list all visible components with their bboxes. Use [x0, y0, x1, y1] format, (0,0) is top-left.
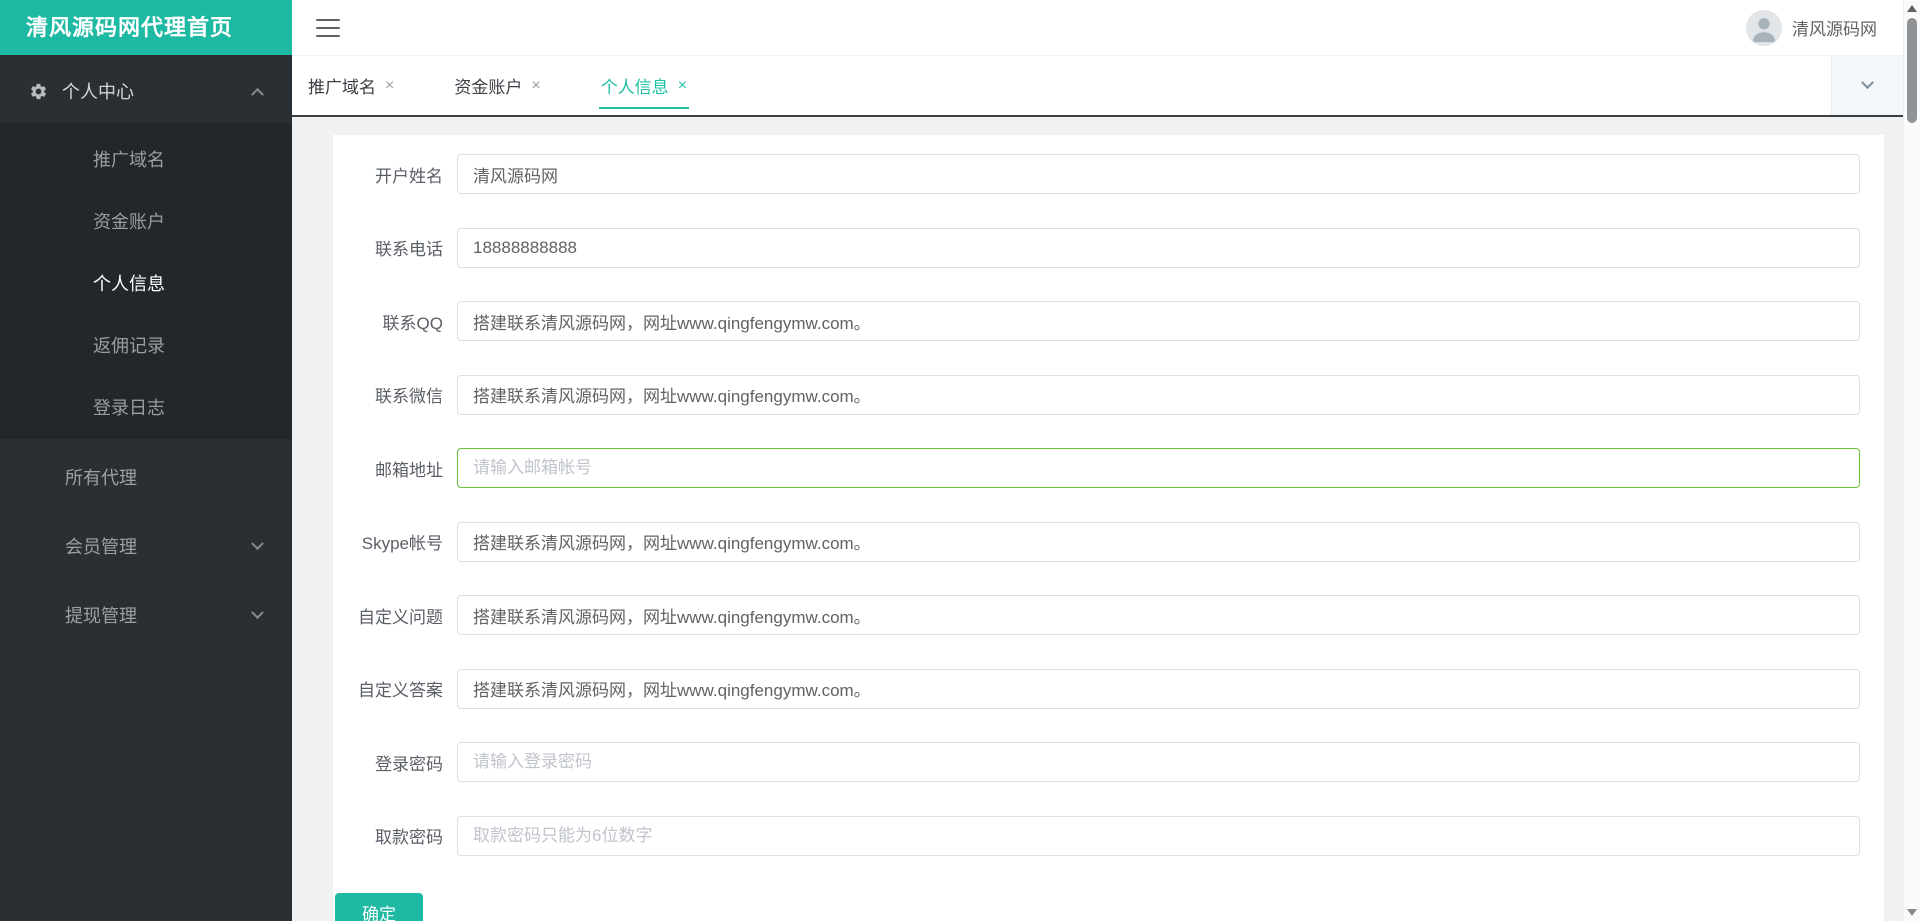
field-label: Skype帐号 [333, 529, 457, 554]
sidebar-item-promo-domain[interactable]: 推广域名 [0, 129, 292, 191]
sidebar-item-label: 所有代理 [65, 464, 262, 490]
gear-icon [29, 82, 48, 101]
tab-promo-domain[interactable]: 推广域名 × [306, 56, 396, 115]
skype-input[interactable] [457, 522, 1860, 562]
phone-input[interactable] [457, 228, 1860, 268]
tab-bar: 推广域名 × 资金账户 × 个人信息 × [292, 55, 1903, 115]
form-row: 联系电话 [333, 228, 1884, 268]
sidebar-item-all-agents[interactable]: 所有代理 [0, 446, 292, 508]
sidebar-item-label: 会员管理 [65, 533, 253, 559]
field-label: 自定义问题 [333, 603, 457, 628]
confirm-button[interactable]: 确定 [335, 893, 423, 921]
field-label: 开户姓名 [333, 162, 457, 187]
field-label: 联系电话 [333, 235, 457, 260]
app-logo-title: 清风源码网代理首页 [0, 0, 292, 55]
sidebar-item-rebate-record[interactable]: 返佣记录 [0, 315, 292, 377]
field-label: 联系微信 [333, 382, 457, 407]
field-label: 自定义答案 [333, 676, 457, 701]
account-name-input[interactable] [457, 154, 1860, 194]
sidebar-group-member-management[interactable]: 会员管理 [0, 515, 292, 577]
sidebar-group-personal-center[interactable]: 个人中心 [0, 59, 292, 123]
tab-list-dropdown-button[interactable] [1831, 56, 1903, 115]
custom-answer-input[interactable] [457, 669, 1860, 709]
sidebar-group-withdraw-management[interactable]: 提现管理 [0, 584, 292, 646]
form-row: 联系QQ [333, 301, 1884, 341]
chevron-down-icon [251, 606, 264, 619]
main-content: 开户姓名 联系电话 联系QQ 联系微信 邮箱地址 Skype帐号 自定义问题 [292, 117, 1903, 921]
close-icon[interactable]: × [531, 77, 540, 95]
sidebar-item-fund-account[interactable]: 资金账户 [0, 191, 292, 253]
sidebar-item-personal-info[interactable]: 个人信息 [0, 253, 292, 315]
form-row: Skype帐号 [333, 522, 1884, 562]
chevron-down-icon [251, 537, 264, 550]
sidebar-item-label: 提现管理 [65, 602, 253, 628]
withdraw-password-input[interactable] [457, 816, 1860, 856]
wechat-input[interactable] [457, 375, 1860, 415]
sidebar-item-login-log[interactable]: 登录日志 [0, 377, 292, 439]
personal-info-form-card: 开户姓名 联系电话 联系QQ 联系微信 邮箱地址 Skype帐号 自定义问题 [333, 135, 1884, 921]
chevron-up-icon [251, 87, 264, 100]
form-row: 联系微信 [333, 375, 1884, 415]
field-label: 联系QQ [333, 309, 457, 334]
header-user-name: 清风源码网 [1792, 15, 1877, 40]
scrollbar-thumb[interactable] [1907, 18, 1917, 123]
form-row: 自定义答案 [333, 669, 1884, 709]
hamburger-menu-icon[interactable] [316, 19, 340, 37]
custom-question-input[interactable] [457, 595, 1860, 635]
form-row: 取款密码 [333, 816, 1884, 856]
form-row: 自定义问题 [333, 595, 1884, 635]
field-label: 取款密码 [333, 823, 457, 848]
tab-fund-account[interactable]: 资金账户 × [452, 56, 542, 115]
tab-label: 个人信息 [601, 73, 669, 98]
close-icon[interactable]: × [678, 77, 687, 95]
user-menu[interactable]: 清风源码网 [1746, 10, 1877, 46]
chevron-down-icon [1861, 76, 1874, 89]
top-header: 清风源码网 [292, 0, 1903, 55]
login-password-input[interactable] [457, 742, 1860, 782]
scrollbar-up-arrow-icon[interactable] [1907, 5, 1917, 12]
tab-personal-info[interactable]: 个人信息 × [599, 56, 689, 115]
form-row: 邮箱地址 [333, 448, 1884, 488]
tab-label: 推广域名 [308, 73, 376, 98]
scrollbar-down-arrow-icon[interactable] [1907, 909, 1917, 916]
field-label: 登录密码 [333, 750, 457, 775]
form-row: 开户姓名 [333, 154, 1884, 194]
field-label: 邮箱地址 [333, 456, 457, 481]
sidebar: 清风源码网代理首页 个人中心 推广域名 资金账户 个人信息 返佣记录 登录日志 … [0, 0, 292, 921]
vertical-scrollbar[interactable] [1903, 0, 1920, 921]
close-icon[interactable]: × [385, 77, 394, 95]
qq-input[interactable] [457, 301, 1860, 341]
form-row: 登录密码 [333, 742, 1884, 782]
sidebar-submenu: 推广域名 资金账户 个人信息 返佣记录 登录日志 [0, 123, 292, 439]
email-input[interactable] [457, 448, 1860, 488]
avatar[interactable] [1746, 10, 1782, 46]
sidebar-group-label: 个人中心 [62, 78, 253, 104]
tab-label: 资金账户 [454, 73, 522, 98]
